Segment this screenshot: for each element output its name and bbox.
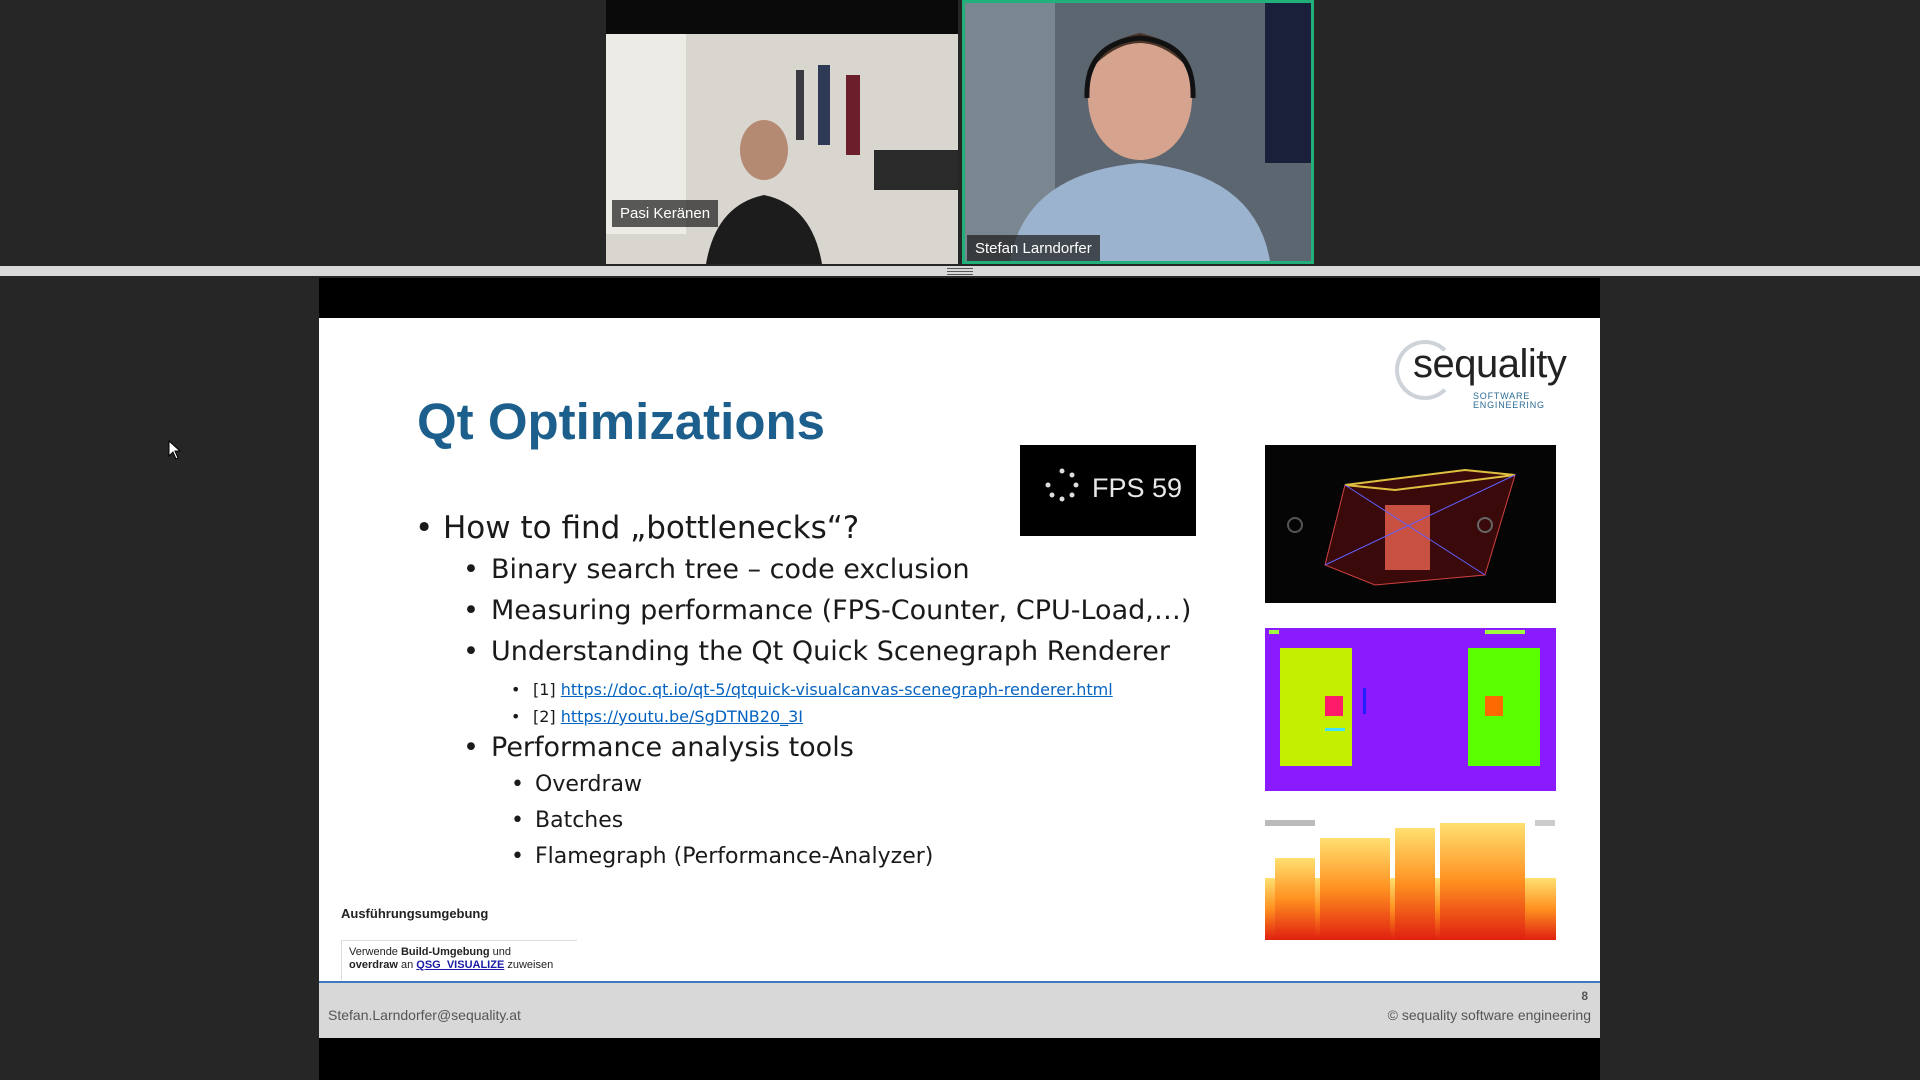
bullet-tool: • Flamegraph (Performance-Analyzer) xyxy=(511,844,934,869)
bullet-tool: • Overdraw xyxy=(511,772,643,797)
reference-link-1[interactable]: https://doc.qt.io/qt-5/qtquick-visualcan… xyxy=(561,680,1113,699)
bullet-sub: • Performance analysis tools xyxy=(463,732,854,763)
participant-video-pasi[interactable]: Pasi Keränen xyxy=(606,0,958,264)
reference-item: • [1] https://doc.qt.io/qt-5/qtquick-visu… xyxy=(511,680,1113,699)
slide-title: Qt Optimizations xyxy=(417,393,825,450)
inset-config-box: Verwende Build-Umgebung und overdraw an … xyxy=(341,940,577,980)
footer-email: Stefan.Larndorfer@sequality.at xyxy=(328,1007,521,1023)
participant-video-feed xyxy=(965,3,1311,261)
bullet-sub: • Understanding the Qt Quick Scenegraph R… xyxy=(463,636,1170,667)
sequality-logo: sequality SOFTWARE ENGINEERING xyxy=(1395,336,1570,411)
fps-counter-image: FPS 59 xyxy=(1020,445,1196,536)
loading-spinner-icon xyxy=(1045,468,1079,502)
reference-link-2[interactable]: https://youtu.be/SgDTNB20_3I xyxy=(561,707,803,726)
bullet-main: • How to find „bottlenecks“? xyxy=(415,510,860,546)
slide-footer: 8 Stefan.Larndorfer@sequality.at © sequa… xyxy=(319,981,1600,1038)
scenegraph-3d-screenshot xyxy=(1265,445,1556,603)
presentation-slide: sequality SOFTWARE ENGINEERING Qt Optimi… xyxy=(319,318,1600,1038)
flamegraph-screenshot xyxy=(1265,818,1556,940)
qsg-visualize-link[interactable]: QSG_VISUALIZE xyxy=(416,959,504,971)
video-strip: Pasi Keränen Stefan Larndorfer xyxy=(0,0,1920,266)
overdraw-visualization-screenshot xyxy=(1265,628,1556,791)
bullet-sub: • Binary search tree – code exclusion xyxy=(463,554,970,585)
inset-heading: Ausführungsumgebung xyxy=(341,906,489,921)
mouse-cursor-icon xyxy=(168,440,182,460)
participant-name-tag: Pasi Keränen xyxy=(612,200,719,227)
footer-copyright: © sequality software engineering xyxy=(1387,1007,1591,1023)
bullet-sub: • Measuring performance (FPS-Counter, CPU… xyxy=(463,595,1192,626)
participant-name-tag: Stefan Larndorfer xyxy=(967,235,1100,261)
participant-video-stefan[interactable]: Stefan Larndorfer xyxy=(962,0,1314,264)
splitter-handle-icon[interactable] xyxy=(947,266,973,276)
page-number: 8 xyxy=(1581,989,1588,1003)
reference-item: • [2] https://youtu.be/SgDTNB20_3I xyxy=(511,707,804,726)
bullet-tool: • Batches xyxy=(511,808,624,833)
